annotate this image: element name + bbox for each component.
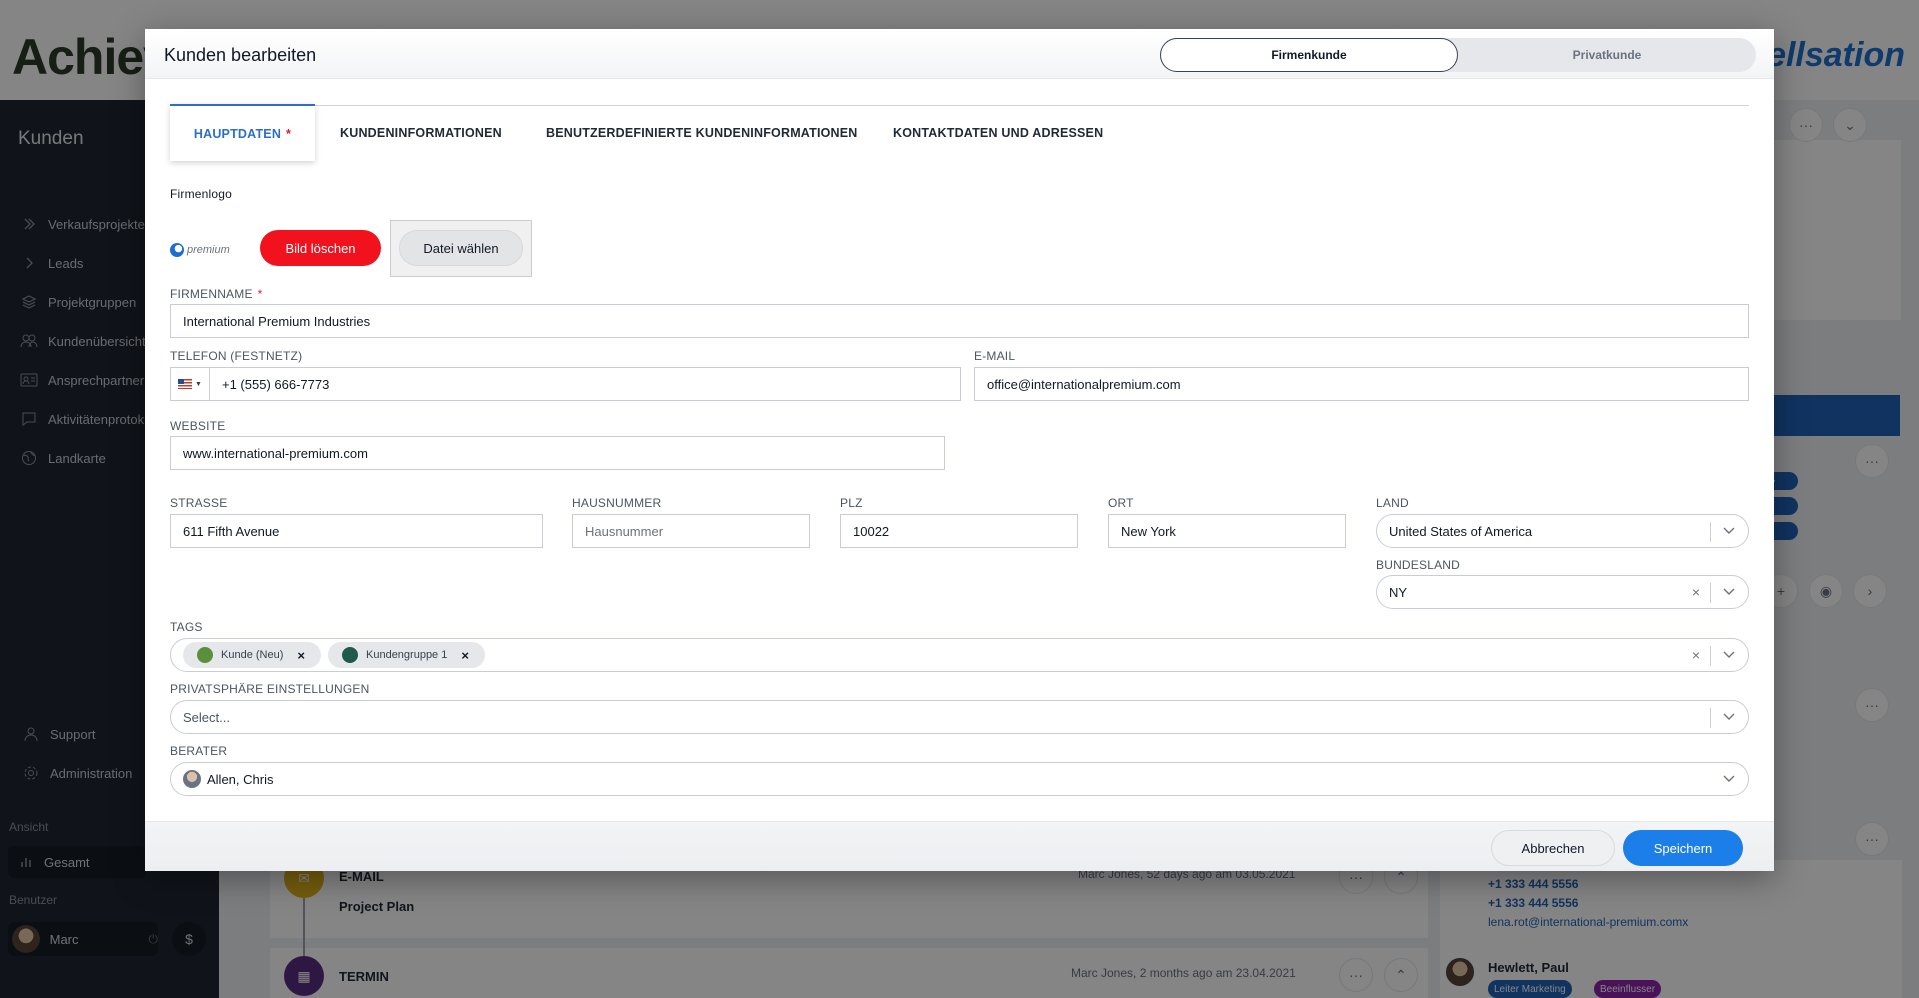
tag-chip: Kundengruppe 1 × (328, 642, 485, 668)
tags-label: TAGS (170, 620, 203, 634)
email-label: E-MAIL (974, 349, 1016, 363)
tab-hauptdaten[interactable]: HAUPTDATEN * (170, 104, 315, 161)
privatsphaere-select[interactable]: Select... (170, 700, 1749, 734)
berater-label: BERATER (170, 744, 228, 758)
caret-down-icon: ▼ (195, 380, 202, 388)
chevron-down-icon[interactable] (1720, 522, 1738, 540)
remove-tag-icon[interactable]: × (461, 648, 469, 663)
tag-label: Kunde (Neu) (221, 649, 284, 661)
tag-chip: Kunde (Neu) × (183, 642, 321, 668)
us-flag-icon (178, 379, 193, 389)
firmenname-label: FIRMENNAME * (170, 287, 263, 301)
choose-file-button[interactable]: Datei wählen (399, 230, 523, 266)
hausnummer-label: HAUSNUMMER (572, 496, 662, 510)
plz-label: PLZ (840, 496, 863, 510)
strasse-input[interactable]: 611 Fifth Avenue (170, 514, 543, 548)
dialog-title: Kunden bearbeiten (164, 45, 317, 65)
country-code-selector[interactable]: ▼ (170, 367, 210, 401)
hausnummer-input[interactable]: Hausnummer (572, 514, 810, 548)
logo-text: premium (187, 244, 230, 256)
tag-label: Kundengruppe 1 (366, 649, 448, 661)
segment-privatkunde[interactable]: Privatkunde (1458, 38, 1756, 72)
tab-kundeninformationen[interactable]: KUNDENINFORMATIONEN (340, 104, 502, 161)
company-logo-preview: premium (170, 240, 236, 260)
plz-input[interactable]: 10022 (840, 514, 1078, 548)
ort-input[interactable]: New York (1108, 514, 1346, 548)
logo-mark-icon (170, 243, 184, 257)
tab-label: HAUPTDATEN (193, 126, 282, 141)
chevron-down-icon[interactable] (1720, 708, 1738, 726)
select-separator (1710, 522, 1711, 542)
website-label: WEBSITE (170, 419, 226, 433)
required-mark: * (286, 126, 292, 141)
privatsphaere-label: PRIVATSPHÄRE EINSTELLUNGEN (170, 682, 370, 696)
chevron-down-icon[interactable] (1720, 646, 1738, 664)
tag-color-dot (197, 647, 213, 663)
bundesland-select[interactable]: NY × (1376, 575, 1749, 609)
firmenname-input[interactable]: International Premium Industries (170, 304, 1749, 338)
land-select[interactable]: United States of America (1376, 514, 1749, 548)
select-separator (1710, 583, 1711, 603)
clear-icon[interactable]: × (1688, 584, 1704, 600)
ort-label: ORT (1108, 496, 1134, 510)
website-input[interactable]: www.international-premium.com (170, 436, 945, 470)
bundesland-label: BUNDESLAND (1376, 558, 1461, 572)
clear-icon[interactable]: × (1688, 647, 1704, 663)
select-separator (1710, 646, 1711, 666)
edit-customer-dialog: Kunden bearbeiten Firmenkunde Privatkund… (145, 29, 1774, 871)
firmenlogo-label: Firmenlogo (170, 187, 233, 201)
berater-select[interactable]: Allen, Chris (170, 762, 1749, 796)
telefon-label: TELEFON (FESTNETZ) (170, 349, 303, 363)
dialog-footer: Abbrechen Speichern (145, 821, 1774, 871)
email-input[interactable]: office@internationalpremium.com (974, 367, 1749, 401)
customer-type-toggle: Firmenkunde Privatkunde (1160, 38, 1756, 72)
delete-image-button[interactable]: Bild löschen (260, 230, 381, 266)
land-select-value: United States of America (1389, 523, 1533, 539)
privatsphaere-placeholder: Select... (183, 709, 230, 725)
dialog-header: Kunden bearbeiten Firmenkunde Privatkund… (145, 29, 1774, 79)
telefon-input[interactable]: +1 (555) 666-7773 (209, 367, 961, 401)
berater-value: Allen, Chris (207, 771, 274, 787)
remove-tag-icon[interactable]: × (297, 648, 305, 663)
select-separator (1710, 708, 1711, 728)
segment-firmenkunde[interactable]: Firmenkunde (1160, 38, 1458, 72)
chevron-down-icon[interactable] (1720, 583, 1738, 601)
save-button[interactable]: Speichern (1623, 830, 1743, 866)
strasse-label: STRASSE (170, 496, 228, 510)
cancel-button[interactable]: Abbrechen (1491, 830, 1615, 866)
tab-benutzerdefinierte-kundeninformationen[interactable]: BENUTZERDEFINIERTE KUNDENINFORMATIONEN (546, 104, 858, 161)
avatar (183, 770, 201, 788)
tab-kontaktdaten-und-adressen[interactable]: KONTAKTDATEN UND ADRESSEN (893, 104, 1103, 161)
land-label: LAND (1376, 496, 1409, 510)
tag-color-dot (342, 647, 358, 663)
bundesland-select-value: NY (1389, 584, 1408, 600)
chevron-down-icon[interactable] (1720, 770, 1738, 788)
